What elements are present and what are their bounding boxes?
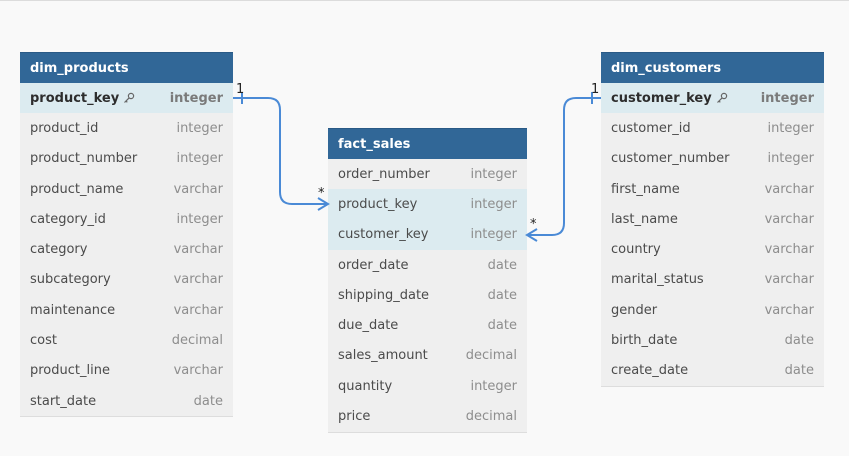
relation-line-customer-key[interactable] — [527, 97, 601, 236]
relation-line-product-key[interactable] — [233, 97, 328, 205]
cardinality-label: 1 — [236, 82, 245, 97]
relationship-lines — [233, 92, 601, 242]
cardinality-label: * — [530, 217, 537, 232]
cardinality-label: 1 — [591, 82, 600, 97]
cardinality-label: * — [318, 186, 325, 201]
